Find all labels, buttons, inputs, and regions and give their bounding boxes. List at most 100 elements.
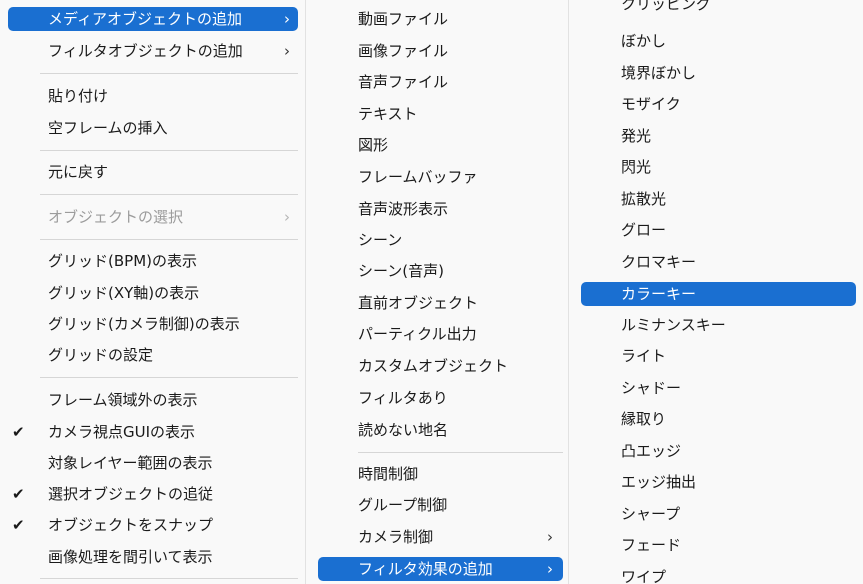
menu-item-label: クロマキー bbox=[621, 253, 697, 271]
menu-item-particle-output[interactable]: パーティクル出力 bbox=[318, 322, 563, 346]
menu-item-add-media-object[interactable]: メディアオブジェクトの追加 › bbox=[8, 7, 298, 31]
menu-item-label: 選択オブジェクトの追従 bbox=[48, 485, 214, 503]
menu-item-label: ワイプ bbox=[621, 568, 667, 584]
menu-item-undo[interactable]: 元に戻す bbox=[8, 160, 298, 184]
menu-item-label: グリッド(XY軸)の表示 bbox=[48, 284, 200, 302]
menu-item-custom-object[interactable]: カスタムオブジェクト bbox=[318, 354, 563, 378]
menu-item-clipping[interactable]: クリッピング bbox=[581, 0, 856, 16]
menu-item-video-file[interactable]: 動画ファイル bbox=[318, 7, 563, 31]
menu-item-light[interactable]: ライト bbox=[581, 344, 856, 368]
menu-item-label: オブジェクトの選択 bbox=[48, 208, 184, 226]
menu-item-label: クリッピング bbox=[621, 0, 712, 13]
menu-item-audio-file[interactable]: 音声ファイル bbox=[318, 70, 563, 94]
menu-item-scene[interactable]: シーン bbox=[318, 228, 563, 252]
menu-item-camera-control[interactable]: カメラ制御 › bbox=[318, 525, 563, 549]
menu-item-label: シーン bbox=[358, 231, 403, 249]
filter-effect-submenu: クリッピング ぼかし 境界ぼかし モザイク 発光 閃光 拡散光 グロー クロマキ… bbox=[568, 0, 863, 584]
menu-item-grid-xy[interactable]: グリッド(XY軸)の表示 bbox=[8, 281, 298, 305]
menu-item-diffuse-light[interactable]: 拡散光 bbox=[581, 187, 856, 211]
menu-item-glow[interactable]: グロー bbox=[581, 218, 856, 242]
menu-item-label: グロー bbox=[621, 221, 667, 239]
menu-item-unreadable-place[interactable]: 読めない地名 bbox=[318, 418, 563, 442]
menu-item-label: メディアオブジェクトの追加 bbox=[48, 10, 242, 28]
menu-item-label: シャドー bbox=[621, 379, 682, 397]
menu-item-label: 読めない地名 bbox=[358, 421, 449, 439]
menu-item-frame-buffer[interactable]: フレームバッファ bbox=[318, 165, 563, 189]
menu-item-time-control[interactable]: 時間制御 bbox=[318, 462, 563, 486]
menu-item-shape[interactable]: 図形 bbox=[318, 133, 563, 157]
menu-item-label: パーティクル出力 bbox=[358, 325, 477, 343]
menu-item-label: 凸エッジ bbox=[621, 442, 682, 460]
menu-item-label: ライト bbox=[621, 347, 667, 365]
menu-item-add-filter-effect[interactable]: フィルタ効果の追加 › bbox=[318, 557, 563, 581]
menu-item-label: グリッドの設定 bbox=[48, 346, 154, 364]
menu-item-label: フレーム領域外の表示 bbox=[48, 391, 198, 409]
menu-item-previous-object[interactable]: 直前オブジェクト bbox=[318, 291, 563, 315]
menu-item-camera-gui[interactable]: ✔ カメラ視点GUIの表示 bbox=[0, 420, 298, 444]
menu-item-sharpen[interactable]: シャープ bbox=[581, 502, 856, 526]
menu-item-select-object[interactable]: オブジェクトの選択 › bbox=[8, 205, 298, 229]
menu-item-label: フィルタオブジェクトの追加 bbox=[48, 42, 243, 60]
menu-item-with-filter[interactable]: フィルタあり bbox=[318, 386, 563, 410]
menu-item-grid-settings[interactable]: グリッドの設定 bbox=[8, 343, 298, 367]
menu-item-add-filter-object[interactable]: フィルタオブジェクトの追加 › bbox=[8, 39, 298, 63]
main-context-menu: メディアオブジェクトの追加 › フィルタオブジェクトの追加 › 貼り付け 空フレ… bbox=[0, 0, 305, 584]
menu-item-insert-empty-frame[interactable]: 空フレームの挿入 bbox=[8, 116, 298, 140]
menu-item-fade[interactable]: フェード bbox=[581, 533, 856, 557]
menu-item-border-blur[interactable]: 境界ぼかし bbox=[581, 61, 856, 85]
menu-item-label: 発光 bbox=[621, 127, 652, 145]
menu-item-flash[interactable]: 閃光 bbox=[581, 155, 856, 179]
menu-item-snap-object[interactable]: ✔ オブジェクトをスナップ bbox=[0, 513, 298, 537]
menu-item-label: フィルタ効果の追加 bbox=[358, 560, 493, 578]
menu-item-label: カスタムオブジェクト bbox=[358, 357, 509, 375]
menu-separator bbox=[40, 194, 298, 195]
chevron-right-icon: › bbox=[284, 10, 290, 28]
menu-item-label: グリッド(BPM)の表示 bbox=[48, 252, 197, 270]
menu-item-image-file[interactable]: 画像ファイル bbox=[318, 39, 563, 63]
menu-item-label: フェード bbox=[621, 536, 682, 554]
menu-item-label: オブジェクトをスナップ bbox=[48, 516, 214, 534]
menu-item-edge-extract[interactable]: エッジ抽出 bbox=[581, 470, 856, 494]
menu-item-label: グループ制御 bbox=[358, 496, 448, 514]
menu-item-group-control[interactable]: グループ制御 bbox=[318, 493, 563, 517]
menu-item-label: フレームバッファ bbox=[358, 168, 478, 186]
chevron-right-icon: › bbox=[284, 42, 290, 60]
menu-item-emission[interactable]: 発光 bbox=[581, 124, 856, 148]
menu-item-label: 画像ファイル bbox=[358, 42, 449, 60]
menu-item-shadow[interactable]: シャドー bbox=[581, 376, 856, 400]
menu-item-label: シーン(音声) bbox=[358, 262, 444, 280]
media-object-submenu: 動画ファイル 画像ファイル 音声ファイル テキスト 図形 フレームバッファ 音声… bbox=[305, 0, 569, 584]
menu-item-chroma-key[interactable]: クロマキー bbox=[581, 250, 856, 274]
menu-separator bbox=[40, 377, 298, 378]
menu-item-mosaic[interactable]: モザイク bbox=[581, 92, 856, 116]
menu-item-thin-image-processing[interactable]: 画像処理を間引いて表示 bbox=[8, 545, 298, 569]
menu-item-label: 対象レイヤー範囲の表示 bbox=[48, 454, 213, 472]
menu-item-text[interactable]: テキスト bbox=[318, 102, 563, 126]
menu-item-border[interactable]: 縁取り bbox=[581, 407, 856, 431]
menu-item-luminance-key[interactable]: ルミナンスキー bbox=[581, 313, 856, 337]
menu-item-label: 空フレームの挿入 bbox=[48, 119, 168, 137]
menu-separator bbox=[40, 578, 298, 579]
menu-item-wipe[interactable]: ワイプ bbox=[581, 565, 856, 584]
menu-item-label: カメラ視点GUIの表示 bbox=[48, 423, 196, 441]
menu-item-bump-edge[interactable]: 凸エッジ bbox=[581, 439, 856, 463]
menu-separator bbox=[40, 239, 298, 240]
menu-item-follow-selected[interactable]: ✔ 選択オブジェクトの追従 bbox=[0, 482, 298, 506]
menu-item-label: 音声波形表示 bbox=[358, 200, 449, 218]
menu-item-audio-waveform[interactable]: 音声波形表示 bbox=[318, 197, 563, 221]
menu-item-label: ルミナンスキー bbox=[621, 316, 726, 334]
menu-item-show-outside-frame[interactable]: フレーム領域外の表示 bbox=[8, 388, 298, 412]
menu-item-grid-bpm[interactable]: グリッド(BPM)の表示 bbox=[8, 249, 298, 273]
menu-item-label: 動画ファイル bbox=[358, 10, 449, 28]
menu-item-scene-audio[interactable]: シーン(音声) bbox=[318, 259, 563, 283]
menu-item-layer-range[interactable]: 対象レイヤー範囲の表示 bbox=[8, 451, 298, 475]
menu-item-label: グリッド(カメラ制御)の表示 bbox=[48, 315, 240, 333]
menu-item-blur[interactable]: ぼかし bbox=[581, 29, 856, 53]
menu-item-label: カメラ制御 bbox=[358, 528, 434, 546]
menu-separator bbox=[358, 452, 563, 453]
menu-item-label: ぼかし bbox=[621, 32, 667, 50]
menu-item-paste[interactable]: 貼り付け bbox=[8, 84, 298, 108]
menu-item-color-key[interactable]: カラーキー bbox=[581, 282, 856, 306]
menu-item-label: 拡散光 bbox=[621, 190, 667, 208]
menu-item-grid-camera[interactable]: グリッド(カメラ制御)の表示 bbox=[8, 312, 298, 336]
